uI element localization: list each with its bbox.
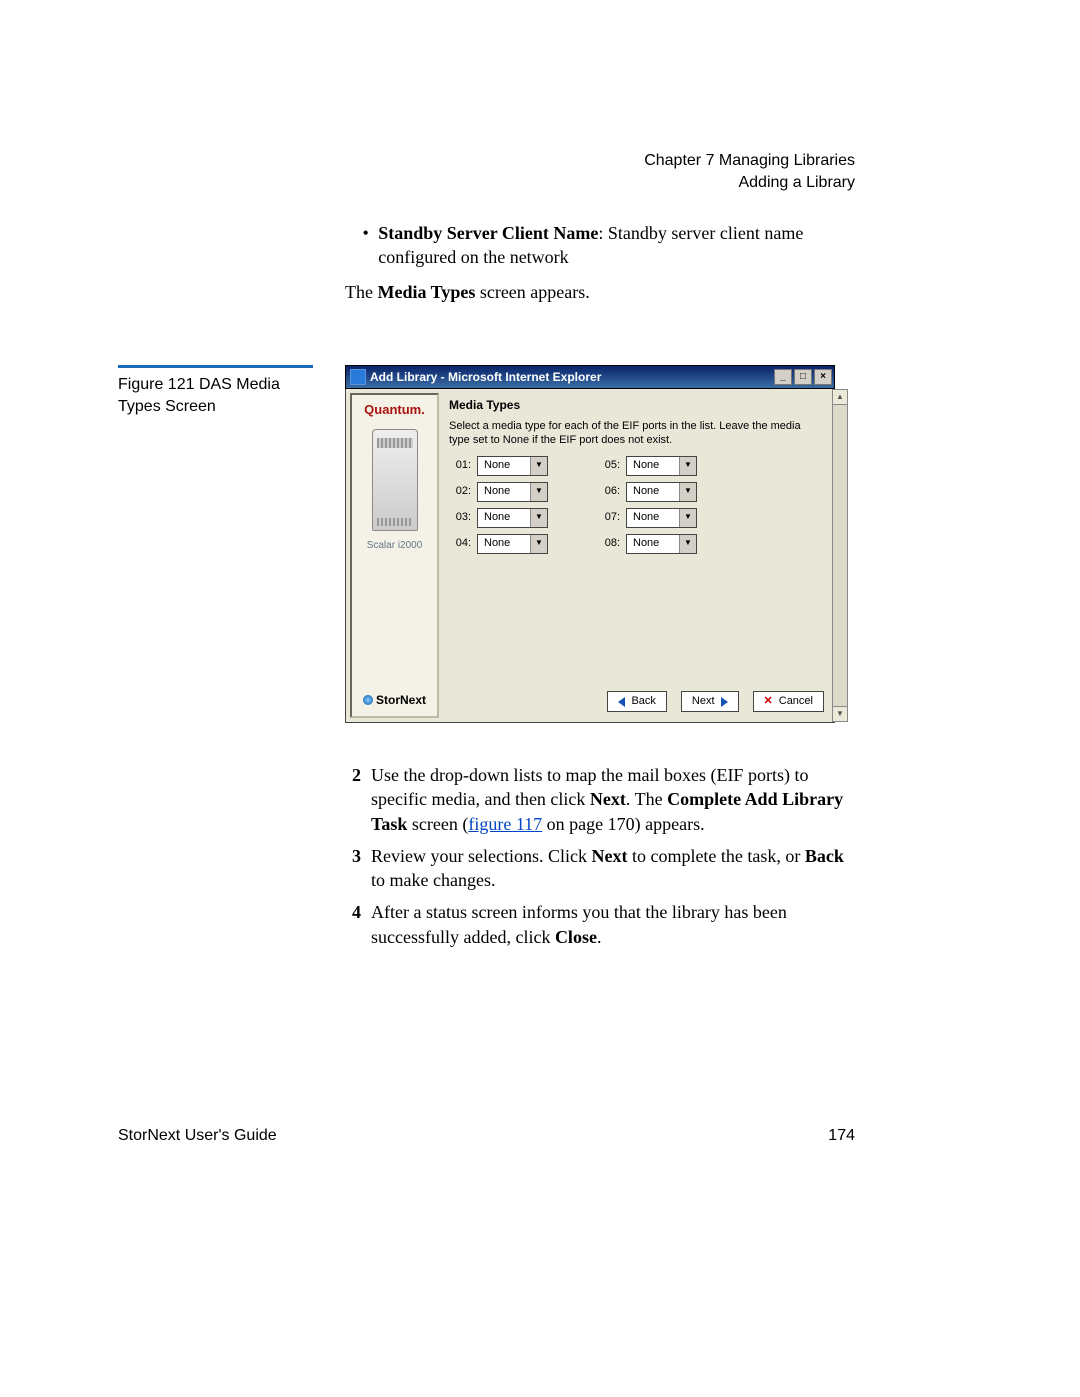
- section-title: Adding a Library: [644, 172, 855, 194]
- port-04-select[interactable]: None▼: [477, 534, 548, 554]
- step-3: 3 Review your selections. Click Next to …: [345, 844, 855, 893]
- chevron-down-icon: ▼: [530, 509, 547, 527]
- chevron-down-icon: ▼: [679, 509, 696, 527]
- port-label: 03:: [449, 510, 471, 525]
- window-client: Quantum. Scalar i2000 StorNext Media Typ…: [345, 389, 835, 723]
- port-05: 05: None▼: [598, 456, 697, 476]
- port-label: 08:: [598, 536, 620, 551]
- step-4: 4 After a status screen informs you that…: [345, 900, 855, 949]
- brand-logo: Quantum.: [364, 401, 425, 419]
- wizard-content: Media Types Select a media type for each…: [443, 389, 834, 722]
- cancel-button[interactable]: ✕Cancel: [753, 691, 824, 712]
- chevron-down-icon: ▼: [530, 457, 547, 475]
- step-number: 3: [345, 844, 361, 893]
- port-label: 01:: [449, 458, 471, 473]
- port-label: 05:: [598, 458, 620, 473]
- window-title: Add Library - Microsoft Internet Explore…: [370, 369, 774, 385]
- step-text: After a status screen informs you that t…: [371, 900, 855, 949]
- minimize-button[interactable]: _: [774, 369, 792, 385]
- port-02-select[interactable]: None▼: [477, 482, 548, 502]
- scroll-up-button[interactable]: ▲: [833, 390, 847, 405]
- chevron-down-icon: ▼: [530, 483, 547, 501]
- library-model: Scalar i2000: [367, 539, 423, 553]
- para-media-types: The Media Types screen appears.: [345, 280, 855, 304]
- ports-grid: 01: None▼ 02: None▼ 03: None▼ 04:: [449, 456, 824, 554]
- bullet-icon: •: [361, 221, 370, 270]
- step-2: 2 Use the drop-down lists to map the mai…: [345, 763, 855, 836]
- numbered-steps: 2 Use the drop-down lists to map the mai…: [345, 755, 855, 957]
- chevron-down-icon: ▼: [530, 535, 547, 553]
- library-image: [372, 429, 418, 531]
- chevron-down-icon: ▼: [679, 483, 696, 501]
- content-heading: Media Types: [449, 397, 824, 413]
- ports-col-left: 01: None▼ 02: None▼ 03: None▼ 04:: [449, 456, 548, 554]
- window-titlebar[interactable]: Add Library - Microsoft Internet Explore…: [345, 365, 835, 389]
- step-number: 4: [345, 900, 361, 949]
- x-icon: ✕: [764, 694, 773, 709]
- vertical-scrollbar[interactable]: ▲ ▼: [832, 389, 848, 722]
- step-number: 2: [345, 763, 361, 836]
- ie-icon: [350, 369, 366, 385]
- triangle-left-icon: [618, 697, 625, 707]
- port-08: 08: None▼: [598, 534, 697, 554]
- page-header: Chapter 7 Managing Libraries Adding a Li…: [644, 150, 855, 193]
- wizard-buttons: Back Next ✕Cancel: [607, 691, 824, 712]
- port-03: 03: None▼: [449, 508, 548, 528]
- step-text: Review your selections. Click Next to co…: [371, 844, 855, 893]
- port-01: 01: None▼: [449, 456, 548, 476]
- footer-page: 174: [828, 1125, 855, 1147]
- footer-guide: StorNext User's Guide: [118, 1125, 277, 1147]
- bullet-item: • Standby Server Client Name: Standby se…: [361, 221, 855, 270]
- triangle-right-icon: [721, 697, 728, 707]
- scroll-down-button[interactable]: ▼: [833, 706, 847, 721]
- figure-caption: Figure 121 DAS Media Types Screen: [118, 365, 318, 417]
- port-06: 06: None▼: [598, 482, 697, 502]
- body-column: • Standby Server Client Name: Standby se…: [345, 215, 855, 312]
- close-button[interactable]: ×: [814, 369, 832, 385]
- step-text: Use the drop-down lists to map the mail …: [371, 763, 855, 836]
- port-08-select[interactable]: None▼: [626, 534, 697, 554]
- chevron-down-icon: ▼: [679, 457, 696, 475]
- screenshot-window: Add Library - Microsoft Internet Explore…: [345, 365, 835, 735]
- port-02: 02: None▼: [449, 482, 548, 502]
- port-label: 06:: [598, 484, 620, 499]
- bullet-text: Standby Server Client Name: Standby serv…: [378, 221, 855, 270]
- wizard-sidebar: Quantum. Scalar i2000 StorNext: [350, 393, 439, 718]
- port-03-select[interactable]: None▼: [477, 508, 548, 528]
- port-label: 02:: [449, 484, 471, 499]
- port-06-select[interactable]: None▼: [626, 482, 697, 502]
- chapter-title: Chapter 7 Managing Libraries: [644, 150, 855, 172]
- port-01-select[interactable]: None▼: [477, 456, 548, 476]
- back-button[interactable]: Back: [607, 691, 666, 712]
- product-name: StorNext: [376, 692, 426, 708]
- port-05-select[interactable]: None▼: [626, 456, 697, 476]
- content-description: Select a media type for each of the EIF …: [449, 419, 824, 448]
- maximize-button[interactable]: □: [794, 369, 812, 385]
- port-07: 07: None▼: [598, 508, 697, 528]
- bullet-lead: Standby Server Client Name: [378, 223, 598, 243]
- product-logo: StorNext: [363, 692, 426, 708]
- ports-col-right: 05: None▼ 06: None▼ 07: None▼ 08:: [598, 456, 697, 554]
- next-button[interactable]: Next: [681, 691, 739, 712]
- port-label: 07:: [598, 510, 620, 525]
- figure-link[interactable]: figure 117: [468, 814, 542, 834]
- port-label: 04:: [449, 536, 471, 551]
- document-page: Chapter 7 Managing Libraries Adding a Li…: [0, 0, 1080, 1397]
- port-07-select[interactable]: None▼: [626, 508, 697, 528]
- port-04: 04: None▼: [449, 534, 548, 554]
- chevron-down-icon: ▼: [679, 535, 696, 553]
- globe-icon: [363, 695, 373, 705]
